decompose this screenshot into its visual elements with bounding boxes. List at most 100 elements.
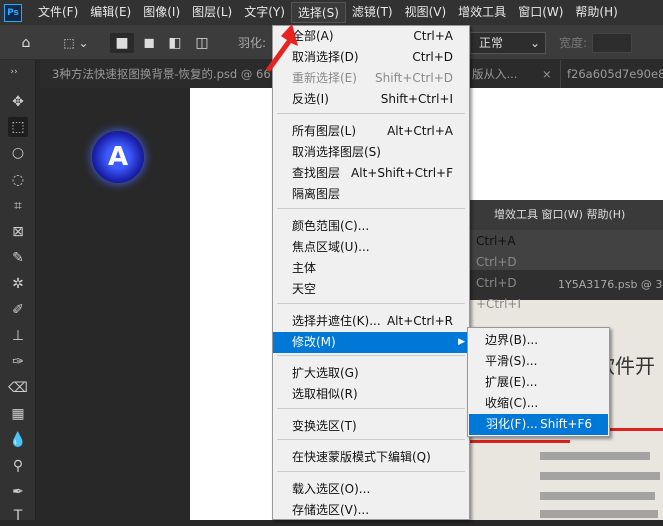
pen-tool-icon[interactable]: ✒ [8, 482, 28, 502]
menu-4[interactable]: 文字(Y) [238, 2, 291, 23]
menu-item[interactable]: 天空 [273, 279, 469, 300]
menu-item[interactable]: 取消选择图层(S) [273, 142, 469, 163]
menu-item-label: 扩大选取(G) [292, 366, 359, 380]
history-brush-icon[interactable]: ✑ [8, 352, 28, 372]
style-select[interactable]: 正常 ⌄ [470, 32, 546, 54]
menu-item[interactable]: 载入选区(O)... [273, 479, 469, 500]
menu-separator [277, 208, 465, 209]
menu-item[interactable]: 在快速蒙版模式下编辑(Q) [273, 447, 469, 468]
menu-item-label: 边界(B)... [485, 333, 539, 347]
menu-separator [277, 355, 465, 356]
menu-item[interactable]: 重新选择(E) Shift+Ctrl+D [273, 68, 469, 89]
menu-item[interactable]: 选择并遮住(K)... Alt+Ctrl+R [273, 311, 469, 332]
menu-item[interactable]: 平滑(S)... [468, 351, 609, 372]
quick-select-tool-icon[interactable]: ◌ [8, 170, 28, 190]
width-input[interactable] [592, 33, 632, 53]
healing-tool-icon[interactable]: ✲ [8, 274, 28, 294]
menu-item[interactable]: 变换选区(T) [273, 416, 469, 437]
menu-8[interactable]: 增效工具 [452, 2, 512, 23]
blur-tool-icon[interactable]: 💧 [8, 430, 28, 450]
menu-item-shortcut: Ctrl+D [412, 50, 453, 64]
menu-item[interactable]: 焦点区域(U)... [273, 237, 469, 258]
expand-panel-icon[interactable]: ›› [4, 62, 24, 82]
frame-tool-icon[interactable]: ⊠ [8, 222, 28, 242]
stamp-tool-icon[interactable]: ⊥ [8, 326, 28, 346]
menu-item[interactable]: 所有图层(L) Alt+Ctrl+A [273, 121, 469, 142]
move-tool-icon[interactable]: ✥ [8, 92, 28, 112]
menu-item[interactable]: 边界(B)... [468, 330, 609, 351]
gradient-tool-icon[interactable]: ▦ [8, 404, 28, 424]
nested-shortcut: Ctrl+A [476, 234, 516, 248]
crop-tool-icon[interactable]: ⌗ [8, 196, 28, 216]
menu-item[interactable]: 羽化(F)... Shift+F6 [469, 414, 608, 435]
menu-separator [277, 113, 465, 114]
menu-10[interactable]: 帮助(H) [569, 2, 623, 23]
tab-document-3[interactable]: f26a605d7e90e8a84 [560, 60, 663, 88]
close-tab-icon[interactable]: × [542, 60, 554, 88]
menu-item-label: 反选(I) [292, 92, 329, 106]
brush-tool-icon[interactable]: ✐ [8, 300, 28, 320]
menu-item[interactable]: 扩展(E)... [468, 372, 609, 393]
eraser-tool-icon[interactable]: ⌫ [8, 378, 28, 398]
menu-item[interactable]: 收缩(C)... [468, 393, 609, 414]
menu-3[interactable]: 图层(L) [186, 2, 238, 23]
menu-item-label: 焦点区域(U)... [292, 240, 370, 254]
menu-item[interactable]: 修改(M) ▶ [273, 332, 469, 353]
home-icon[interactable]: ⌂ [14, 33, 38, 53]
marquee-tool-icon[interactable]: ⬚ [8, 117, 28, 137]
nested-shortcut: +Ctrl+I [476, 297, 521, 311]
photoshop-logo: Ps [4, 3, 22, 22]
menu-item[interactable]: 主体 [273, 258, 469, 279]
add-selection-icon[interactable]: ◼ [139, 33, 159, 53]
eyedropper-tool-icon[interactable]: ✎ [8, 248, 28, 268]
menu-item[interactable]: 全部(A) Ctrl+A [273, 26, 469, 47]
menu-item-label: 羽化(F)... [486, 417, 538, 431]
menu-item[interactable]: 扩大选取(G) [273, 363, 469, 384]
nested-shortcut: Ctrl+D [476, 255, 517, 269]
menu-9[interactable]: 窗口(W) [512, 2, 569, 23]
menu-6[interactable]: 滤镜(T) [346, 2, 399, 23]
intersect-selection-icon[interactable]: ◫ [192, 33, 212, 53]
menu-item[interactable]: 隔离图层 [273, 184, 469, 205]
type-tool-icon[interactable]: T [8, 506, 28, 526]
menu-item-shortcut: Alt+Ctrl+A [387, 124, 453, 138]
new-selection-icon[interactable]: ■ [110, 33, 134, 53]
menu-2[interactable]: 图像(I) [137, 2, 186, 23]
menu-item[interactable]: 颜色范围(C)... [273, 216, 469, 237]
menu-7[interactable]: 视图(V) [399, 2, 453, 23]
submenu-arrow-icon: ▶ [458, 337, 465, 347]
subtract-selection-icon[interactable]: ◧ [165, 33, 185, 53]
menu-separator [277, 439, 465, 440]
menu-item-label: 载入选区(O)... [292, 482, 371, 496]
menu-item-label: 主体 [292, 261, 317, 275]
tab-document-2[interactable]: 版从入... [472, 60, 532, 88]
menu-item[interactable]: 反选(I) Shift+Ctrl+I [273, 89, 469, 110]
modify-submenu: 边界(B)... 平滑(S)... 扩展(E)... 收缩(C)... 羽化(F)...… [467, 327, 610, 437]
select-menu-dropdown: 全部(A) Ctrl+A 取消选择(D) Ctrl+D 重新选择(E) Shift+Ctr… [272, 25, 470, 520]
menu-5[interactable]: 选择(S) [290, 2, 346, 23]
menu-item-shortcut: Shift+Ctrl+D [375, 71, 453, 85]
menu-item-label: 修改(M) [292, 335, 336, 349]
menu-item-label: 选取相似(R) [292, 387, 358, 401]
tab-document-1[interactable]: 3种方法快速抠图换背景-恢复的.psd @ 66 [52, 60, 277, 88]
menu-item[interactable]: 查找图层 Alt+Shift+Ctrl+F [273, 163, 469, 184]
marquee-tool-preset[interactable]: ⬚ ⌄ [58, 33, 94, 53]
menu-item-label: 隔离图层 [292, 187, 341, 201]
menu-1[interactable]: 编辑(E) [84, 2, 137, 23]
menu-item-label: 天空 [292, 282, 317, 296]
menu-item-label: 选择并遮住(K)... [292, 314, 381, 328]
menu-item[interactable]: 取消选择(D) Ctrl+D [273, 47, 469, 68]
menu-item-shortcut: Shift+Ctrl+I [380, 92, 453, 106]
chevron-down-icon: ⌄ [529, 36, 540, 50]
menu-item-shortcut: Shift+F6 [540, 417, 592, 431]
red-arrow-annotation [266, 24, 298, 72]
menu-item-shortcut: Alt+Ctrl+R [386, 314, 453, 328]
dodge-tool-icon[interactable]: ⚲ [8, 456, 28, 476]
menu-item-label: 扩展(E)... [485, 375, 538, 389]
menu-0[interactable]: 文件(F) [32, 2, 84, 23]
menu-item[interactable]: 存储选区(V)... [273, 500, 469, 521]
lasso-tool-icon[interactable]: ○ [8, 143, 28, 163]
menu-item-label: 平滑(S)... [485, 354, 538, 368]
menu-item[interactable]: 选取相似(R) [273, 384, 469, 405]
tools-panel: ›› ✥ ⬚ ○ ◌ ⌗ ⊠ ✎ ✲ ✐ ⊥ ✑ ⌫ ▦ 💧 ⚲ ✒ T [0, 60, 36, 524]
